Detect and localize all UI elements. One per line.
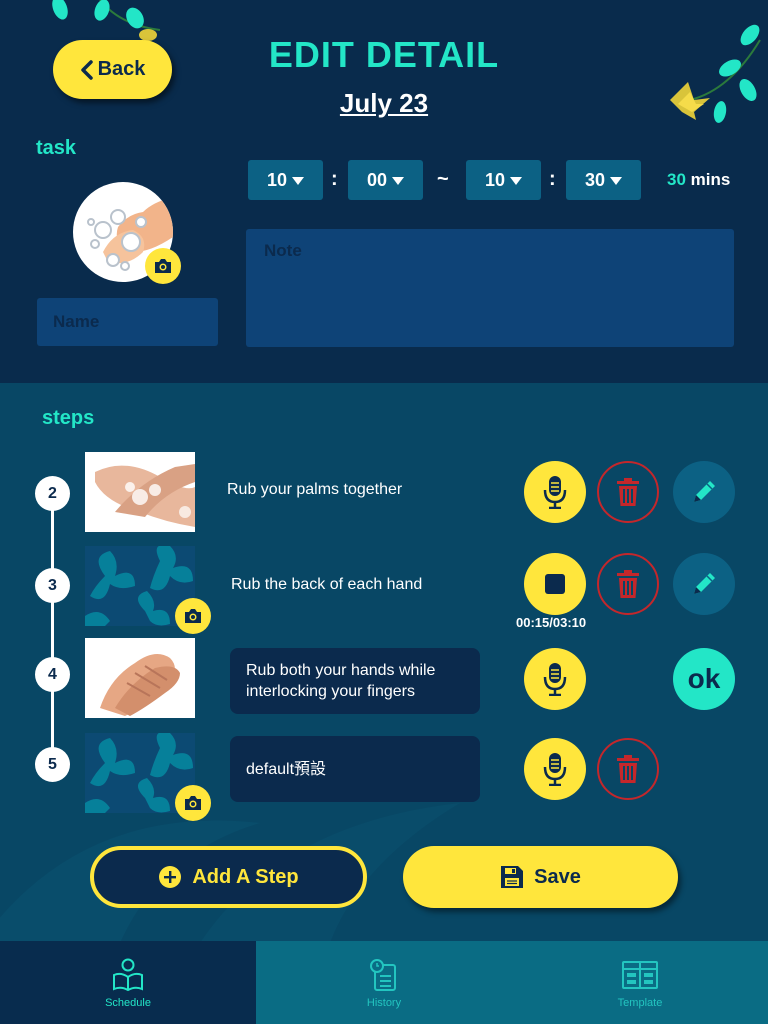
step-number: 3 [35, 568, 70, 603]
edit-step-button[interactable] [673, 553, 735, 615]
caret-down-icon [292, 177, 305, 185]
record-voice-button[interactable] [524, 648, 586, 710]
steps-section-label: steps [42, 407, 95, 429]
plus-circle-icon [159, 866, 182, 888]
time-range-separator: ~ [437, 168, 449, 190]
end-hour-select[interactable]: 10 [466, 160, 541, 200]
end-hour-value: 10 [484, 169, 506, 190]
camera-icon [185, 609, 201, 623]
tab-template-label: Template [617, 996, 663, 1009]
step-number: 4 [35, 657, 70, 692]
trash-icon [617, 478, 639, 506]
step-number: 2 [35, 476, 70, 511]
time-colon: : [549, 168, 556, 190]
step-text: Rub your palms together [227, 481, 403, 498]
microphone-icon [543, 753, 567, 786]
tab-schedule-label: Schedule [105, 996, 151, 1009]
reading-person-icon [113, 958, 143, 991]
step-camera-button[interactable] [175, 785, 211, 821]
task-name-input[interactable] [37, 298, 218, 346]
delete-step-button[interactable] [597, 738, 659, 800]
step-text-input[interactable]: default預設 [230, 736, 480, 802]
duration-display: 30 mins [667, 170, 730, 190]
confirm-step-button[interactable]: ok [673, 648, 735, 710]
history-clipboard-icon [370, 958, 396, 991]
stop-recording-button[interactable] [524, 553, 586, 615]
start-hour-value: 10 [266, 169, 288, 190]
delete-step-button[interactable] [597, 553, 659, 615]
camera-icon [155, 259, 171, 273]
recording-time: 00:15/03:10 [516, 615, 587, 630]
caret-down-icon [510, 177, 523, 185]
stop-icon [545, 574, 565, 594]
time-colon: : [331, 168, 338, 190]
duration-unit: mins [690, 170, 731, 189]
page-title: EDIT DETAIL [268, 34, 500, 75]
trash-icon [617, 570, 639, 598]
start-minute-select[interactable]: 00 [348, 160, 423, 200]
pencil-icon [694, 481, 715, 502]
step-image[interactable] [85, 638, 195, 718]
end-minute-select[interactable]: 30 [566, 160, 641, 200]
add-step-label: Add A Step [192, 865, 299, 888]
tab-history[interactable]: History [256, 941, 512, 1024]
save-label: Save [534, 865, 581, 888]
edit-step-button[interactable] [673, 461, 735, 523]
record-voice-button[interactable] [524, 738, 586, 800]
caret-down-icon [610, 177, 623, 185]
step-number: 5 [35, 747, 70, 782]
duration-value: 30 [667, 170, 686, 189]
start-hour-select[interactable]: 10 [248, 160, 323, 200]
trash-icon [617, 755, 639, 783]
pencil-icon [694, 573, 715, 594]
tab-template[interactable]: Template [512, 941, 768, 1024]
delete-step-button[interactable] [597, 461, 659, 523]
save-button[interactable]: Save [403, 846, 678, 908]
palms-rubbing-photo-icon [95, 464, 195, 527]
task-header-panel: Back EDIT DETAIL July 23 task 10 : [0, 0, 768, 383]
step-text-input[interactable]: Rub both your hands while interlocking y… [230, 648, 480, 714]
step-image[interactable] [85, 452, 195, 532]
end-minute-value: 30 [584, 169, 606, 190]
microphone-icon [543, 663, 567, 696]
tab-history-label: History [366, 996, 402, 1009]
tab-schedule[interactable]: Schedule [0, 941, 256, 1024]
caret-down-icon [392, 177, 405, 185]
steps-timeline [51, 494, 54, 764]
start-minute-value: 00 [366, 169, 388, 190]
task-note-input[interactable] [246, 229, 734, 347]
template-book-icon [622, 960, 658, 989]
floppy-disk-icon [501, 866, 524, 888]
step-text: Rub the back of each hand [231, 576, 423, 593]
add-step-button[interactable]: Add A Step [90, 846, 367, 908]
bottom-tab-bar: Schedule History Template [0, 941, 768, 1024]
record-voice-button[interactable] [524, 461, 586, 523]
interlocked-fingers-photo-icon [100, 654, 180, 716]
task-camera-button[interactable] [145, 248, 181, 284]
camera-icon [185, 796, 201, 810]
step-camera-button[interactable] [175, 598, 211, 634]
schedule-date[interactable]: July 23 [0, 88, 768, 119]
task-section-label: task [36, 137, 77, 159]
microphone-icon [543, 476, 567, 509]
